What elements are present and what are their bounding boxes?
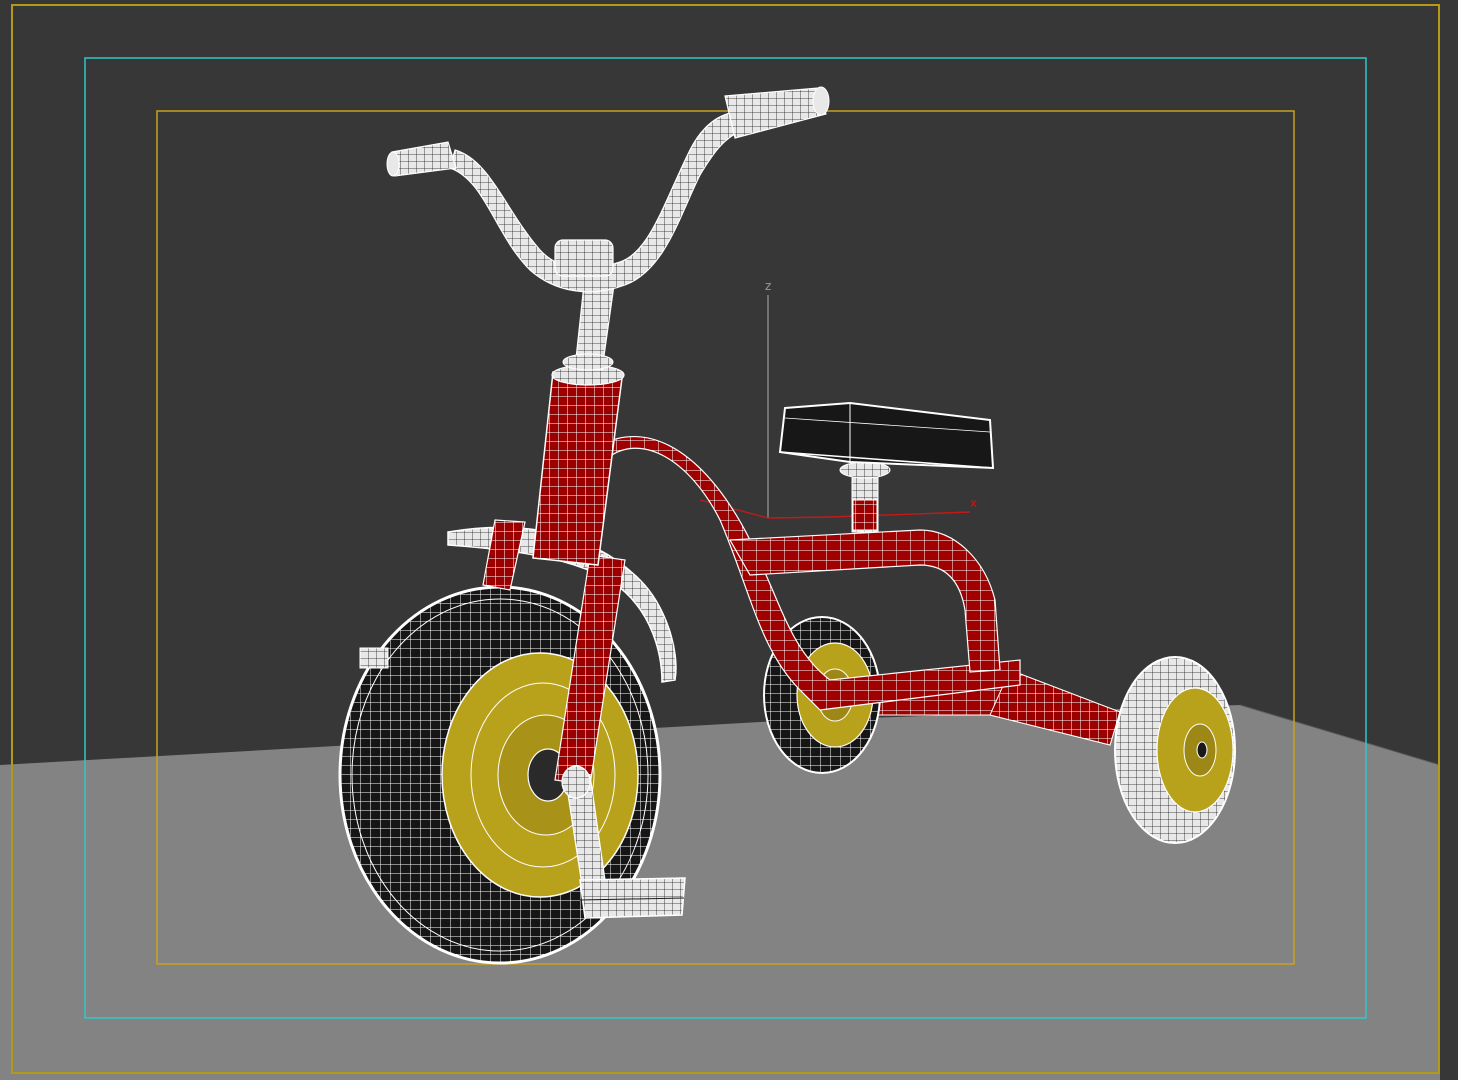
rear-wheel-right[interactable] — [1114, 656, 1236, 844]
fork-bracket — [359, 647, 389, 669]
3d-viewport[interactable]: z x y — [0, 0, 1458, 1080]
gizmo-x-label: x — [970, 496, 977, 510]
gizmo-z-label: z — [765, 279, 771, 293]
